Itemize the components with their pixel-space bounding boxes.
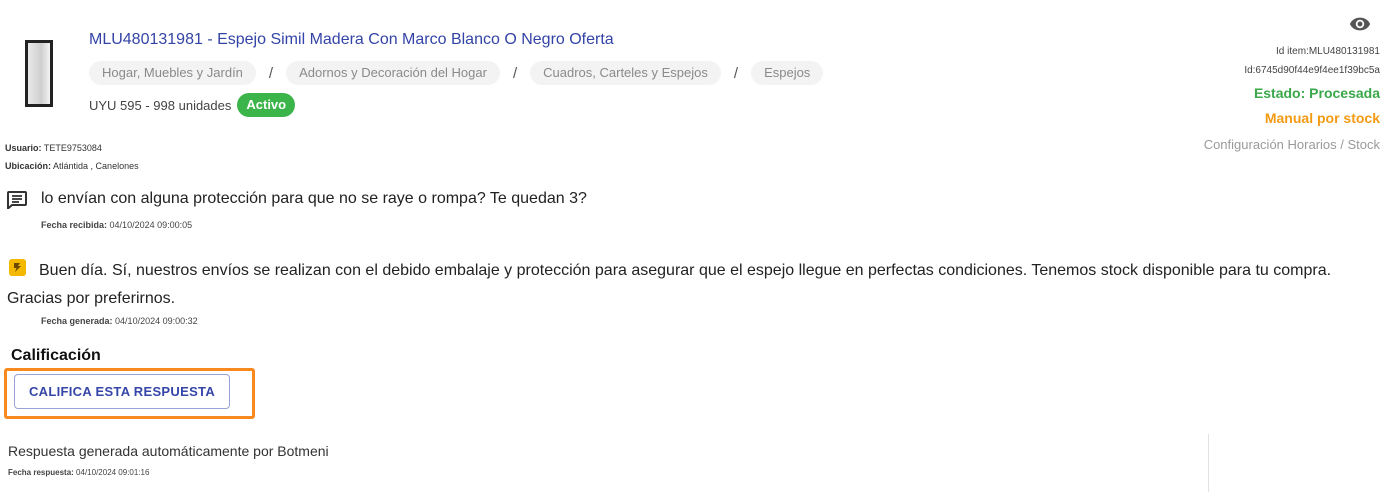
received-date: 04/10/2024 09:00:05	[109, 220, 193, 230]
response-date-line: Fecha respuesta: 04/10/2024 09:01:16	[8, 468, 149, 477]
breadcrumb-chip-leaf[interactable]: Espejos	[751, 61, 824, 85]
status-badge: Activo	[237, 93, 296, 117]
config-link[interactable]: Configuración Horarios / Stock	[1204, 137, 1380, 152]
breadcrumb-chip-subcategory[interactable]: Adornos y Decoración del Hogar	[286, 61, 500, 85]
product-thumbnail	[25, 40, 53, 107]
breadcrumb-separator: /	[268, 64, 274, 82]
received-date-line: Fecha recibida: 04/10/2024 09:00:05	[41, 220, 192, 230]
generated-date: 04/10/2024 09:00:32	[115, 316, 198, 326]
breadcrumb: Hogar, Muebles y Jardín / Adornos y Deco…	[89, 61, 824, 85]
price-line: UYU 595 - 998 unidades Activo	[89, 92, 296, 118]
breadcrumb-separator: /	[512, 64, 518, 82]
generated-date-label: Fecha generada:	[41, 316, 113, 326]
response-date-label: Fecha respuesta:	[8, 468, 74, 477]
user-line: Usuario: TETE9753084	[5, 143, 102, 153]
processing-status: Estado: Procesada	[1253, 85, 1380, 101]
received-date-label: Fecha recibida:	[41, 220, 108, 230]
auto-generated-note: Respuesta generada automáticamente por B…	[8, 443, 329, 459]
location-line: Ubicación: Atlántida , Canelones	[5, 161, 139, 171]
breadcrumb-separator: /	[733, 64, 739, 82]
user-value: TETE9753084	[43, 143, 102, 153]
price-text: UYU 595 - 998 unidades	[89, 97, 232, 113]
listing-title[interactable]: MLU480131981 - Espejo Simil Madera Con M…	[89, 31, 614, 49]
location-value: Atlántida , Canelones	[53, 161, 139, 171]
record-id: Id:6745d90f44e9f4ee1f39bc5a	[1244, 65, 1380, 76]
breadcrumb-chip-category[interactable]: Hogar, Muebles y Jardín	[89, 61, 256, 85]
rate-answer-button[interactable]: CALIFICA ESTA RESPUESTA	[14, 374, 230, 409]
divider	[1208, 434, 1209, 492]
stock-mode: Manual por stock	[1264, 110, 1380, 126]
user-label: Usuario:	[5, 143, 42, 153]
answer-text: Buen día. Sí, nuestros envíos se realiza…	[7, 262, 1332, 307]
bot-icon	[9, 259, 26, 276]
location-label: Ubicación:	[5, 161, 52, 171]
eye-icon[interactable]	[1349, 15, 1371, 33]
response-date: 04/10/2024 09:01:16	[76, 468, 150, 477]
generated-date-line: Fecha generada: 04/10/2024 09:00:32	[41, 316, 198, 326]
message-icon	[7, 191, 27, 209]
question-text: lo envían con alguna protección para que…	[41, 190, 587, 207]
item-id: Id item:MLU480131981	[1276, 46, 1380, 57]
breadcrumb-chip-subcategory-2[interactable]: Cuadros, Carteles y Espejos	[530, 61, 721, 85]
rating-title: Calificación	[11, 347, 101, 364]
